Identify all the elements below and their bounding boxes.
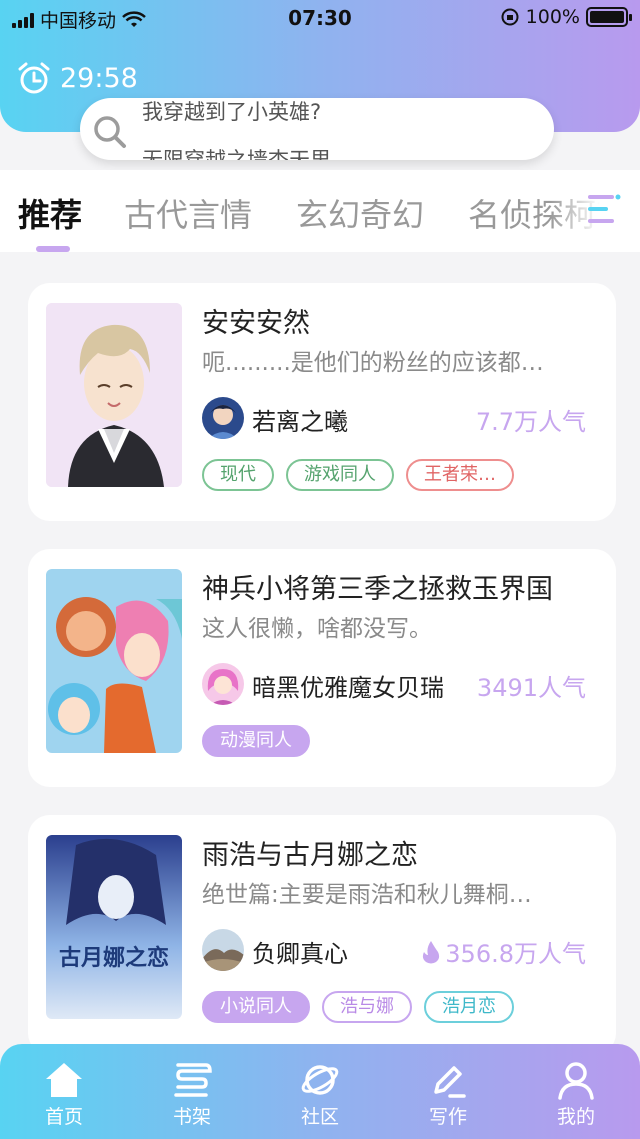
tag-list: 小说同人 浩与娜 浩月恋 [202,991,514,1023]
tag[interactable]: 浩与娜 [322,991,412,1023]
book-description: 呃.........是他们的粉丝的应该都… [202,350,544,376]
search-suggestion-scroller: 我穿越到了小英雄? 无限穿越之墙杏天里 [142,98,542,160]
nav-community[interactable]: 社区 [280,1058,360,1129]
bookshelf-icon [174,1063,212,1097]
alarm-clock-icon [18,62,50,94]
category-menu-icon[interactable] [586,192,622,226]
search-suggestion: 我穿越到了小英雄? [142,100,322,124]
nav-label: 书架 [172,1106,211,1128]
battery-icon [586,7,632,27]
nav-home[interactable]: 首页 [24,1058,104,1129]
timer-value: 29:58 [60,62,138,94]
nav-label: 写作 [428,1106,467,1128]
popularity-text: 3491人气 [476,674,586,702]
category-tabs: 推荐 古代言情 玄幻奇幻 名侦探柯南 [0,170,640,252]
popularity-text: 7.7万人气 [475,408,586,436]
avatar[interactable] [202,929,244,971]
author-row: 若离之曦 7.7万人气 [202,397,586,441]
tag[interactable]: 小说同人 [202,991,310,1023]
author-name: 若离之曦 [252,408,348,436]
reading-timer[interactable]: 29:58 [16,60,138,96]
avatar[interactable] [202,397,244,439]
book-title: 雨浩与古月娜之恋 [202,840,418,871]
book-title: 安安安然 [202,308,310,339]
tag[interactable]: 动漫同人 [202,725,310,757]
author-row: 暗黑优雅魔女贝瑞 3491人气 [202,663,586,707]
user-icon [558,1062,594,1100]
planet-icon [301,1065,339,1095]
tag[interactable]: 王者荣… [406,459,514,491]
book-cover [46,303,182,487]
nav-profile[interactable]: 我的 [536,1058,616,1129]
home-icon [46,1063,82,1097]
nav-label: 首页 [44,1106,83,1128]
author-row: 负卿真心 356.8万人气 [202,929,586,973]
book-title: 神兵小将第三季之拯救玉界国 [202,574,553,605]
status-bar: 中国移动 07:30 100% [0,0,640,36]
popularity-text: 356.8万人气 [445,940,586,968]
bottom-navigation: 首页 书架 社区 写作 我的 [0,1044,640,1139]
search-bar[interactable]: 我穿越到了小英雄? 无限穿越之墙杏天里 [80,98,554,160]
search-icon [94,116,126,148]
active-tab-indicator [36,246,70,252]
search-suggestion: 无限穿越之墙杏天里 [142,148,331,160]
tag-list: 现代 游戏同人 王者荣… [202,459,514,491]
book-card[interactable]: 古月娜之恋 雨浩与古月娜之恋 绝世篇:主要是雨浩和秋儿舞桐… 负卿真心 356.… [28,815,616,1055]
tag-list: 动漫同人 [202,725,310,757]
book-card[interactable]: 安安安然 呃.........是他们的粉丝的应该都… 若离之曦 7.7万人气 现… [28,283,616,521]
battery-percent: 100% [525,6,580,28]
book-cover [46,569,182,753]
book-card[interactable]: 神兵小将第三季之拯救玉界国 这人很懒，啥都没写。 暗黑优雅魔女贝瑞 3491人气… [28,549,616,787]
popularity-count: 3491人气 [477,668,586,703]
rotation-lock-icon [501,8,519,26]
popularity-count: 356.8万人气 [421,934,586,969]
author-name: 暗黑优雅魔女贝瑞 [252,674,444,702]
nav-write[interactable]: 写作 [408,1058,488,1129]
tag[interactable]: 浩月恋 [424,991,514,1023]
avatar[interactable] [202,663,244,705]
flame-icon [423,940,440,963]
tab-ancient-romance[interactable]: 古代言情 [124,190,252,236]
status-right: 100% [500,6,632,28]
book-cover: 古月娜之恋 [46,835,182,1019]
tag[interactable]: 游戏同人 [286,459,394,491]
tab-recommend[interactable]: 推荐 [18,190,82,236]
pen-icon [434,1066,466,1098]
cover-title: 古月娜之恋 [59,945,169,971]
nav-label: 社区 [300,1106,339,1128]
nav-bookshelf[interactable]: 书架 [152,1058,232,1129]
author-name: 负卿真心 [252,940,348,968]
book-description: 这人很懒，啥都没写。 [202,616,432,642]
tag[interactable]: 现代 [202,459,274,491]
tab-fantasy[interactable]: 玄幻奇幻 [296,190,424,236]
book-description: 绝世篇:主要是雨浩和秋儿舞桐… [202,882,532,908]
popularity-count: 7.7万人气 [476,402,586,437]
nav-label: 我的 [556,1106,595,1128]
